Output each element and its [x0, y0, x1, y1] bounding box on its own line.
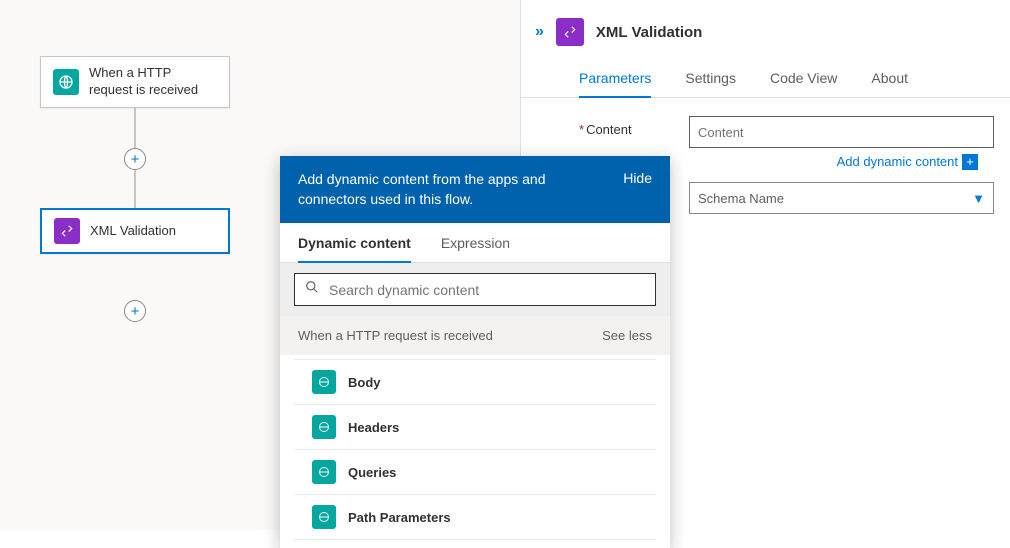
collapse-icon[interactable]: »	[535, 23, 544, 41]
search-wrap	[280, 263, 670, 316]
content-label: *Content	[579, 116, 689, 137]
tab-parameters[interactable]: Parameters	[579, 62, 651, 98]
dynamic-item-headers[interactable]: Headers	[294, 405, 656, 450]
trigger-node[interactable]: When a HTTP request is received	[40, 56, 230, 108]
chevron-down-icon: ▼	[972, 191, 985, 206]
popover-header: Add dynamic content from the apps and co…	[280, 156, 670, 223]
tab-dynamic-content[interactable]: Dynamic content	[298, 235, 411, 263]
popover-tabs: Dynamic content Expression	[280, 223, 670, 263]
see-less-link[interactable]: See less	[602, 328, 652, 343]
dynamic-item-queries[interactable]: Queries	[294, 450, 656, 495]
panel-title: XML Validation	[596, 24, 702, 41]
panel-title-icon	[556, 18, 584, 46]
http-icon	[312, 370, 336, 394]
http-icon	[312, 505, 336, 529]
tab-codeview[interactable]: Code View	[770, 62, 837, 97]
section-title: When a HTTP request is received	[298, 328, 493, 343]
action-label: XML Validation	[90, 223, 176, 240]
tab-expression[interactable]: Expression	[441, 235, 510, 262]
schema-name-select[interactable]: Schema Name ▼	[689, 182, 994, 214]
search-icon	[305, 280, 319, 299]
dynamic-item-path-parameters[interactable]: Path Parameters	[294, 495, 656, 540]
action-node[interactable]: XML Validation	[40, 208, 230, 254]
section-header: When a HTTP request is received See less	[280, 316, 670, 355]
dynamic-content-popover: Add dynamic content from the apps and co…	[280, 156, 670, 548]
http-icon	[312, 460, 336, 484]
xml-action-icon	[54, 218, 80, 244]
panel-tabs: Parameters Settings Code View About	[521, 54, 1010, 98]
search-input[interactable]	[329, 282, 645, 298]
content-input[interactable]	[689, 116, 994, 148]
popover-header-text: Add dynamic content from the apps and co…	[298, 170, 578, 209]
plus-icon: +	[962, 154, 978, 170]
search-box[interactable]	[294, 273, 656, 306]
dynamic-item-body[interactable]: Body	[294, 359, 656, 405]
tab-about[interactable]: About	[871, 62, 908, 97]
add-step-button-2[interactable]: +	[124, 300, 146, 322]
http-trigger-icon	[53, 69, 79, 95]
dynamic-items: Body Headers Queries Path Parameters	[280, 355, 670, 548]
http-icon	[312, 415, 336, 439]
hide-button[interactable]: Hide	[623, 170, 652, 186]
tab-settings[interactable]: Settings	[685, 62, 736, 97]
panel-header: » XML Validation	[521, 0, 1010, 54]
add-step-button[interactable]: +	[124, 148, 146, 170]
trigger-label: When a HTTP request is received	[89, 65, 217, 99]
